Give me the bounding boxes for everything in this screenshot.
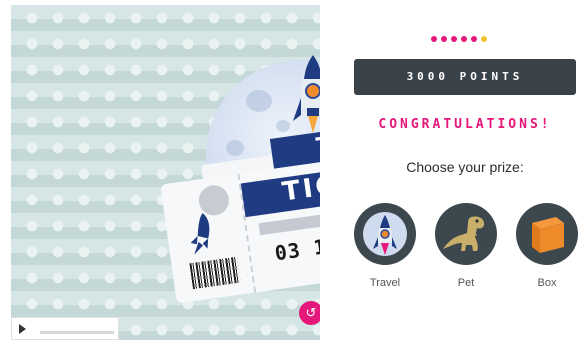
- progress-dot: [441, 36, 447, 42]
- prize-option-travel[interactable]: [354, 203, 416, 265]
- prize-option-pet[interactable]: [435, 203, 497, 265]
- progress-dot: [471, 36, 477, 42]
- congratulations-heading: CONGRATULATIONS!: [378, 117, 552, 132]
- illustration-panel: T TICK 03 12 ↺: [11, 5, 320, 340]
- dinosaur-icon: [443, 216, 485, 251]
- progress-dot: [431, 36, 437, 42]
- rocket-icon: [363, 212, 407, 256]
- prize-label-pet: Pet: [457, 277, 475, 289]
- prize-label-travel: Travel: [369, 277, 401, 289]
- progress-dot: [451, 36, 457, 42]
- progress-track[interactable]: [40, 331, 114, 334]
- play-icon[interactable]: [19, 324, 26, 334]
- choose-prize-prompt: Choose your prize:: [406, 159, 524, 175]
- prize-option-box[interactable]: [516, 203, 578, 265]
- prize-label-box: Box: [537, 277, 557, 289]
- replay-button[interactable]: ↺: [299, 301, 320, 325]
- ticket-rocket-icon: [190, 213, 210, 255]
- points-banner: 3000 POINTS: [354, 59, 576, 95]
- box-icon: [532, 217, 564, 253]
- progress-dot: [461, 36, 467, 42]
- progress-dot: [481, 36, 487, 42]
- media-player: [11, 317, 119, 340]
- step-progress-dots: [431, 36, 501, 44]
